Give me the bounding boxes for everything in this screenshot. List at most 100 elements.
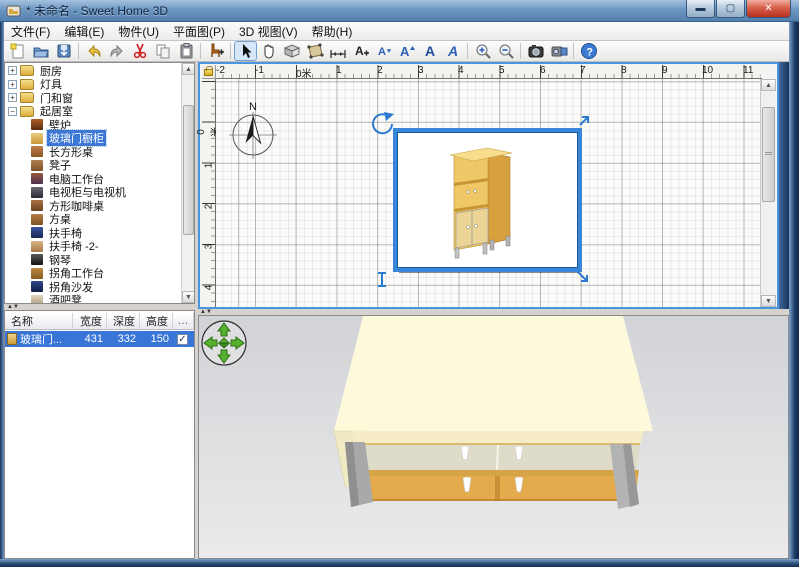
3d-navigation-compass[interactable]	[202, 321, 246, 365]
column-header-name[interactable]: 名称	[5, 313, 73, 330]
zoom-out-icon	[497, 42, 515, 60]
rotate-handle-arrow[interactable]	[384, 112, 394, 121]
scroll-up-icon[interactable]: ▲	[182, 63, 195, 75]
view-3d[interactable]	[198, 315, 789, 559]
visible-checkbox[interactable]: ✓	[177, 334, 188, 345]
svg-text:A: A	[425, 43, 435, 59]
increase-text-size-button[interactable]: A	[395, 41, 418, 61]
furniture-list-table[interactable]: 名称 宽度 深度 高度 … 玻璃门... 431 332 150 ✓	[4, 310, 195, 559]
pan-tool-button[interactable]	[257, 41, 280, 61]
menu-3dview[interactable]: 3D 视图(V)	[232, 21, 305, 42]
column-header-height[interactable]: 高度	[140, 313, 173, 330]
italic-button[interactable]: A	[441, 41, 464, 61]
resize-handle[interactable]	[578, 272, 587, 281]
svg-text:A: A	[447, 43, 458, 59]
create-rooms-icon	[306, 42, 324, 60]
help-button[interactable]: ?	[577, 41, 600, 61]
maximize-icon: ▢	[726, 4, 735, 14]
pan-hand-icon	[260, 42, 278, 60]
help-icon: ?	[580, 42, 598, 60]
menu-edit[interactable]: 编辑(E)	[57, 21, 111, 42]
menu-plan[interactable]: 平面图(P)	[166, 21, 232, 42]
select-tool-button[interactable]	[234, 41, 257, 61]
horizontal-ruler: -2 -1 0米 1 2 3 4 5 6 7 8 9 10 11	[216, 65, 762, 79]
scroll-down-icon[interactable]: ▼	[182, 291, 195, 303]
folder-icon	[20, 92, 34, 103]
tree-scrollbar-thumb[interactable]	[183, 105, 194, 235]
square-table-icon	[31, 214, 43, 225]
cut-button[interactable]	[128, 41, 151, 61]
maximize-button[interactable]: ▢	[716, 0, 745, 18]
create-rooms-button[interactable]	[303, 41, 326, 61]
table-row-glass-door-cabinet[interactable]: 玻璃门... 431 332 150 ✓	[5, 331, 194, 347]
minimize-button[interactable]: ▬	[686, 0, 715, 18]
expand-plus-icon[interactable]: +	[8, 66, 17, 75]
column-header-visible[interactable]: …	[173, 313, 194, 330]
square-coffee-table-icon	[31, 200, 43, 211]
tree-category-living-room[interactable]: −起居室	[5, 105, 181, 118]
armchair-2-icon	[31, 241, 43, 252]
unlock-icon	[204, 69, 213, 76]
redo-button[interactable]	[105, 41, 128, 61]
close-button[interactable]: ✕	[746, 0, 791, 18]
corner-desk-icon	[31, 268, 43, 279]
paste-clipboard-icon	[177, 42, 195, 60]
app-window: * 未命名 - Sweet Home 3D ▬ ▢ ✕ 文件(F) 编辑(E) …	[0, 0, 799, 567]
photo-camera-icon	[527, 42, 545, 60]
copy-icon	[154, 42, 172, 60]
new-document-icon	[9, 42, 27, 60]
plan-selected-furniture[interactable]	[373, 112, 588, 286]
folder-icon	[20, 106, 34, 117]
furniture-catalog-tree[interactable]: +厨房 +灯具 +门和窗 −起居室 壁炉 玻璃门橱柜 长方形桌 凳子 电脑工作台…	[4, 62, 195, 304]
create-text-button[interactable]: A	[349, 41, 372, 61]
menu-furniture[interactable]: 物件(U)	[111, 21, 166, 42]
decrease-text-size-button[interactable]: A	[372, 41, 395, 61]
add-furniture-chair-icon	[207, 42, 225, 60]
height-handle[interactable]	[378, 273, 386, 286]
save-icon	[55, 42, 73, 60]
plan-view[interactable]: -2 -1 0米 1 2 3 4 5 6 7 8 9 10 11 0米 1 2 …	[198, 62, 779, 309]
menu-help[interactable]: 帮助(H)	[305, 21, 360, 42]
open-button[interactable]	[29, 41, 52, 61]
copy-button[interactable]	[151, 41, 174, 61]
plan-scrollbar[interactable]: ▲ ▼	[760, 79, 775, 307]
plan-canvas[interactable]: N	[216, 79, 762, 307]
tool-bar: A A A A A ?	[0, 41, 799, 62]
elevation-handle[interactable]	[580, 117, 588, 125]
scroll-up-icon[interactable]: ▲	[761, 79, 776, 91]
column-header-depth[interactable]: 深度	[107, 313, 140, 330]
zoom-in-button[interactable]	[471, 41, 494, 61]
create-walls-button[interactable]	[280, 41, 303, 61]
tree-category-doors-windows[interactable]: +门和窗	[5, 91, 181, 104]
column-header-width[interactable]: 宽度	[73, 313, 107, 330]
tv-cabinet-icon	[31, 187, 43, 198]
svg-text:?: ?	[586, 46, 593, 58]
create-video-button[interactable]	[547, 41, 570, 61]
tree-category-lights[interactable]: +灯具	[5, 78, 181, 91]
italic-icon: A	[444, 42, 462, 60]
new-document-button[interactable]	[6, 41, 29, 61]
row-width: 431	[73, 331, 103, 347]
create-photo-button[interactable]	[524, 41, 547, 61]
bold-button[interactable]: A	[418, 41, 441, 61]
add-furniture-button[interactable]	[204, 41, 227, 61]
stool-icon	[31, 160, 43, 171]
undo-button[interactable]	[82, 41, 105, 61]
plan-scrollbar-thumb[interactable]	[762, 107, 775, 202]
expand-plus-icon[interactable]: +	[8, 80, 17, 89]
expand-plus-icon[interactable]: +	[8, 93, 17, 102]
paste-button[interactable]	[174, 41, 197, 61]
row-name: 玻璃门...	[20, 331, 62, 347]
tree-scrollbar[interactable]: ▲ ▼	[181, 63, 194, 303]
plan-compass[interactable]: N	[229, 101, 277, 159]
scroll-down-icon[interactable]: ▼	[761, 295, 776, 307]
ruler-corner	[202, 65, 216, 79]
select-arrow-icon	[237, 42, 255, 60]
tree-category-kitchen[interactable]: +厨房	[5, 64, 181, 77]
create-dimensions-button[interactable]	[326, 41, 349, 61]
expand-minus-icon[interactable]: −	[8, 107, 17, 116]
save-button[interactable]	[52, 41, 75, 61]
zoom-out-button[interactable]	[494, 41, 517, 61]
menu-file[interactable]: 文件(F)	[4, 21, 57, 42]
title-bar[interactable]: * 未命名 - Sweet Home 3D ▬ ▢ ✕	[0, 0, 799, 22]
